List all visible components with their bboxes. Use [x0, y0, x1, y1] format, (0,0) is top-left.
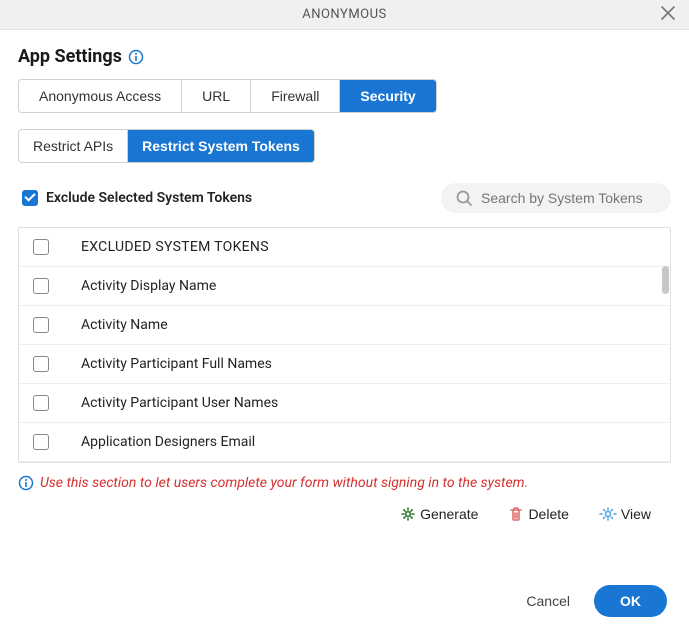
main-tabs: Anonymous Access URL Firewall Security — [18, 79, 437, 113]
view-icon — [599, 506, 617, 522]
table-header-label: EXCLUDED SYSTEM TOKENS — [69, 239, 660, 255]
tab-firewall[interactable]: Firewall — [251, 80, 340, 112]
subtab-restrict-system-tokens[interactable]: Restrict System Tokens — [128, 130, 314, 162]
section-title-row: App Settings — [18, 46, 671, 67]
token-table: EXCLUDED SYSTEM TOKENS Activity Display … — [18, 227, 671, 463]
row-checkbox[interactable] — [33, 434, 49, 450]
close-button[interactable] — [655, 4, 681, 25]
scrollbar-thumb[interactable] — [662, 266, 669, 294]
modal-header: ANONYMOUS — [0, 0, 689, 30]
search-icon — [455, 189, 473, 207]
view-label: View — [621, 506, 651, 522]
subtab-restrict-apis[interactable]: Restrict APIs — [19, 130, 128, 162]
exclude-checkbox[interactable] — [22, 190, 38, 206]
generate-button[interactable]: Generate — [394, 505, 484, 523]
delete-button[interactable]: Delete — [502, 505, 574, 523]
view-button[interactable]: View — [593, 505, 657, 523]
row-label: Application Designers Email — [69, 434, 660, 450]
close-icon — [661, 6, 675, 20]
exclude-checkbox-label[interactable]: Exclude Selected System Tokens — [18, 187, 252, 209]
modal-footer: Cancel OK — [0, 571, 689, 631]
tab-anonymous-access[interactable]: Anonymous Access — [19, 80, 182, 112]
sub-tabs: Restrict APIs Restrict System Tokens — [18, 129, 315, 163]
info-line: Use this section to let users complete y… — [18, 475, 671, 491]
table-row: Activity Participant User Names — [19, 384, 670, 423]
table-row: Activity Participant Full Names — [19, 345, 670, 384]
row-label: Activity Participant User Names — [69, 395, 660, 411]
table-row: Application Designers Email — [19, 423, 670, 462]
row-label: Activity Participant Full Names — [69, 356, 660, 372]
table-header-row: EXCLUDED SYSTEM TOKENS — [19, 228, 670, 267]
generate-label: Generate — [420, 506, 478, 522]
info-text: Use this section to let users complete y… — [40, 475, 528, 491]
search-input[interactable] — [479, 189, 657, 207]
cancel-button[interactable]: Cancel — [520, 592, 576, 610]
row-label: Activity Display Name — [69, 278, 660, 294]
row-checkbox[interactable] — [33, 278, 49, 294]
tab-security[interactable]: Security — [340, 80, 435, 112]
row-label: Activity Name — [69, 317, 660, 333]
select-all-checkbox[interactable] — [33, 239, 49, 255]
modal-title: ANONYMOUS — [302, 7, 387, 22]
modal-root: ANONYMOUS App Settings Anonymous Access … — [0, 0, 689, 631]
search-wrap[interactable] — [441, 183, 671, 213]
row-checkbox[interactable] — [33, 317, 49, 333]
exclude-label-text: Exclude Selected System Tokens — [46, 190, 252, 206]
row-checkbox[interactable] — [33, 395, 49, 411]
page-title: App Settings — [18, 46, 122, 67]
ok-button[interactable]: OK — [594, 585, 667, 617]
filter-row: Exclude Selected System Tokens — [18, 183, 671, 213]
actions-bar: Generate Delete View — [18, 505, 671, 523]
delete-label: Delete — [528, 506, 568, 522]
row-checkbox[interactable] — [33, 356, 49, 372]
gear-icon — [400, 506, 416, 522]
tab-url[interactable]: URL — [182, 80, 251, 112]
info-icon — [18, 475, 34, 491]
trash-icon — [508, 506, 524, 522]
table-row: Activity Display Name — [19, 267, 670, 306]
table-row: Activity Name — [19, 306, 670, 345]
modal-content: App Settings Anonymous Access URL Firewa… — [0, 30, 689, 523]
info-icon[interactable] — [128, 49, 144, 65]
